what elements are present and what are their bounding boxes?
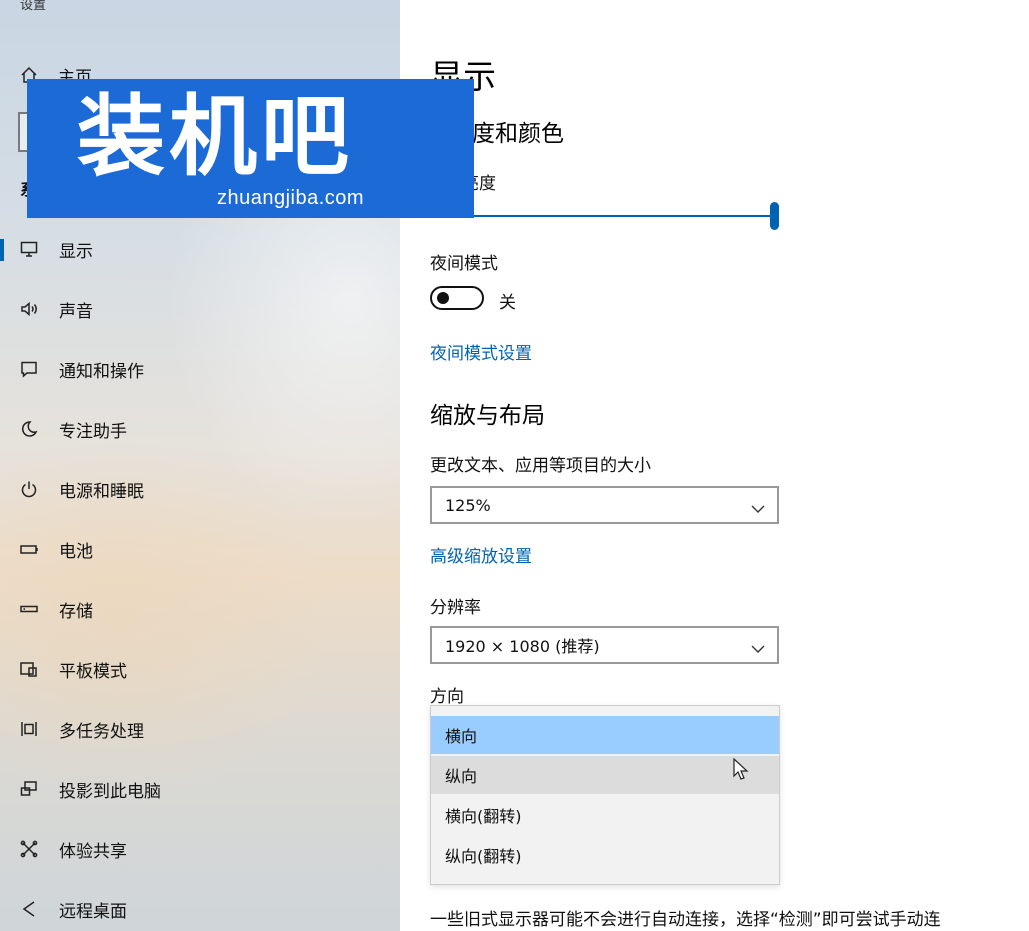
night-mode-state: 关 [499, 293, 516, 313]
sidebar-item-label: 电池 [59, 541, 93, 562]
sidebar-item-label: 显示 [59, 241, 93, 262]
sidebar-item-label: 体验共享 [59, 841, 127, 862]
orientation-label: 方向 [430, 687, 464, 707]
moon-icon [18, 418, 40, 440]
watermark-title: 装机吧 [77, 85, 354, 188]
main-content: 显示 度和颜色 亮度 夜间模式 关 夜间模式设置 缩放与布局 更改文本、应用等项… [400, 0, 1029, 931]
chevron-down-icon [751, 499, 765, 513]
sidebar-item-multitasking[interactable]: 多任务处理 [0, 699, 400, 759]
sidebar-item-label: 通知和操作 [59, 361, 144, 382]
scale-select-value: 125% [445, 495, 491, 515]
night-mode-label: 夜间模式 [430, 254, 498, 274]
sidebar-item-label: 声音 [59, 301, 93, 322]
orientation-option-landscape-flipped[interactable]: 横向(翻转) [431, 796, 779, 834]
night-mode-settings-link[interactable]: 夜间模式设置 [430, 339, 532, 364]
brightness-color-heading: 度和颜色 [472, 121, 564, 147]
remote-desktop-icon [18, 898, 40, 920]
speaker-icon [18, 298, 40, 320]
sidebar-item-remote-desktop[interactable]: 远程桌面 [0, 879, 400, 931]
scale-select[interactable]: 125% [430, 486, 779, 524]
sidebar-item-shared-experiences[interactable]: 体验共享 [0, 819, 400, 879]
sidebar-item-storage[interactable]: 存储 [0, 579, 400, 639]
app-title: 设置 [20, 0, 47, 13]
sidebar-item-power[interactable]: 电源和睡眠 [0, 459, 400, 519]
sidebar-item-label: 存储 [59, 601, 93, 622]
sidebar-nav-list: 显示 声音 通知和操作 专注助手 电源和睡眠 电池 存储 平板模式 多任务处理 … [0, 219, 400, 931]
text-size-label: 更改文本、应用等项目的大小 [430, 456, 651, 476]
sidebar-item-label: 投影到此电脑 [59, 781, 161, 802]
sidebar-item-label: 电源和睡眠 [59, 481, 144, 502]
advanced-scaling-link[interactable]: 高级缩放设置 [430, 542, 532, 567]
watermark-url: zhuangjiba.com [217, 187, 365, 209]
share-icon [18, 838, 40, 860]
resolution-select-value: 1920 × 1080 (推荐) [445, 637, 600, 656]
detect-monitor-note: 一些旧式显示器可能不会进行自动连接，选择“检测”即可尝试手动连 [430, 910, 941, 930]
sidebar-item-battery[interactable]: 电池 [0, 519, 400, 579]
multitask-icon [18, 718, 40, 740]
resolution-select[interactable]: 1920 × 1080 (推荐) [430, 626, 779, 664]
storage-icon [18, 598, 40, 620]
monitor-icon [18, 238, 40, 260]
brightness-slider-track[interactable] [430, 215, 775, 217]
project-icon [18, 778, 40, 800]
scale-layout-heading: 缩放与布局 [430, 403, 545, 429]
orientation-option-portrait[interactable]: 纵向 [431, 756, 779, 794]
sidebar-item-label: 远程桌面 [59, 901, 127, 922]
notification-icon [18, 358, 40, 380]
night-mode-toggle[interactable] [430, 286, 484, 310]
sidebar-item-display[interactable]: 显示 [0, 219, 400, 279]
watermark-logo: 装机吧 zhuangjiba.com [27, 79, 474, 218]
orientation-option-landscape[interactable]: 横向 [431, 716, 779, 754]
sidebar-item-notifications[interactable]: 通知和操作 [0, 339, 400, 399]
brightness-slider-thumb[interactable] [770, 202, 779, 230]
sidebar-item-tablet-mode[interactable]: 平板模式 [0, 639, 400, 699]
sidebar-item-sound[interactable]: 声音 [0, 279, 400, 339]
orientation-option-portrait-flipped[interactable]: 纵向(翻转) [431, 836, 779, 874]
sidebar-item-project-to-pc[interactable]: 投影到此电脑 [0, 759, 400, 819]
sidebar-item-focus-assist[interactable]: 专注助手 [0, 399, 400, 459]
tablet-icon [18, 658, 40, 680]
resolution-label: 分辨率 [430, 598, 481, 618]
sidebar-item-label: 多任务处理 [59, 721, 144, 742]
orientation-dropdown: 横向 纵向 横向(翻转) 纵向(翻转) [430, 705, 780, 885]
chevron-down-icon [751, 639, 765, 653]
power-icon [18, 478, 40, 500]
sidebar-item-label: 专注助手 [59, 421, 127, 442]
sidebar-item-label: 平板模式 [59, 661, 127, 682]
mouse-cursor-icon [733, 757, 749, 782]
battery-icon [18, 538, 40, 560]
